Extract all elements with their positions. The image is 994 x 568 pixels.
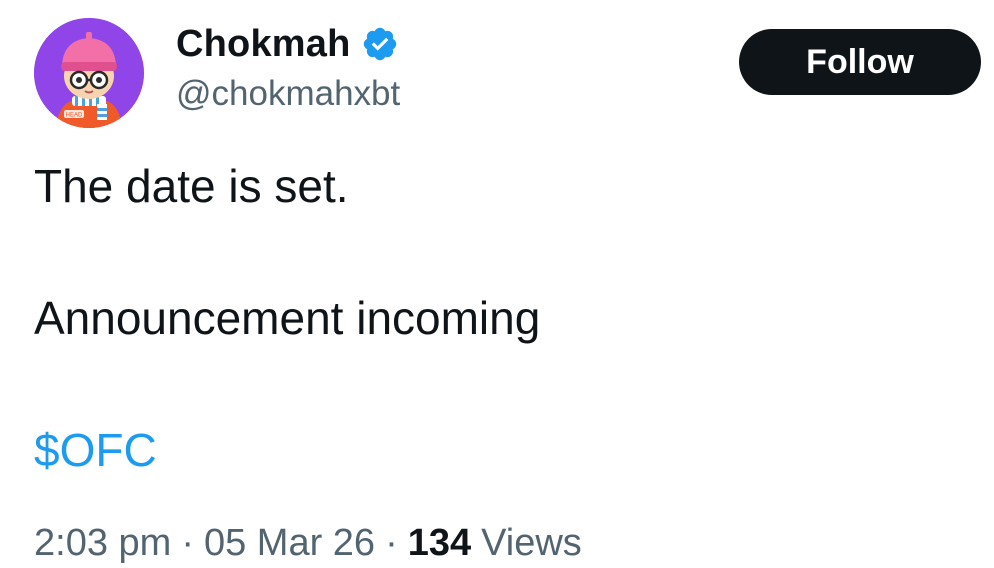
tweet-text-line-1: The date is set. bbox=[34, 160, 349, 212]
tweet-date[interactable]: 05 Mar 26 bbox=[204, 518, 375, 568]
tweet-meta: 2:03 pm · 05 Mar 26 · 134 Views bbox=[34, 518, 582, 568]
follow-button[interactable]: Follow bbox=[739, 29, 981, 95]
tweet-time[interactable]: 2:03 pm bbox=[34, 518, 171, 568]
views-count[interactable]: 134 bbox=[408, 518, 471, 568]
meta-separator: · bbox=[385, 522, 398, 564]
meta-separator: · bbox=[181, 522, 194, 564]
avatar[interactable]: HEAD bbox=[34, 18, 144, 128]
name-row: Chokmah bbox=[176, 22, 399, 66]
cashtag-link[interactable]: $OFC bbox=[34, 422, 157, 478]
tweet-header: HEAD Chokmah @chokmahxbt Follow bbox=[0, 0, 994, 140]
display-name[interactable]: Chokmah bbox=[176, 22, 351, 66]
user-handle[interactable]: @chokmahxbt bbox=[176, 74, 400, 114]
verified-badge-icon[interactable] bbox=[361, 25, 399, 63]
avatar-badge-text: HEAD bbox=[66, 113, 83, 119]
tweet-text-line-2: Announcement incoming bbox=[34, 292, 541, 344]
avatar-illustration: HEAD bbox=[34, 18, 144, 128]
views-label[interactable]: Views bbox=[481, 518, 582, 568]
